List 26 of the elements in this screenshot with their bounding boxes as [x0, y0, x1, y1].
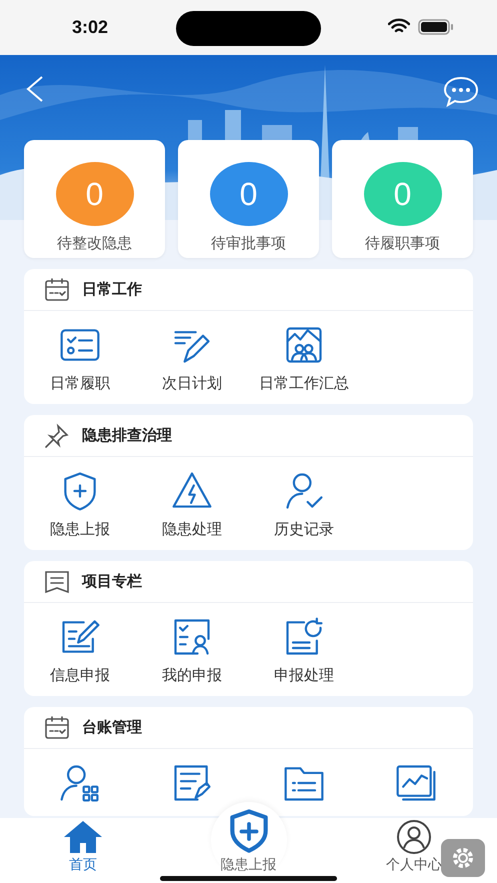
shortcut-label[interactable]: 日常履职	[50, 373, 110, 393]
shortcut-label[interactable]: 隐患处理	[162, 519, 222, 539]
tab-label[interactable]: 隐患上报	[220, 856, 276, 874]
stat-card[interactable]: 0 待整改隐患	[24, 140, 165, 258]
section-title: 日常工作	[82, 280, 142, 299]
shortcut-label[interactable]: 隐患上报	[50, 519, 110, 539]
nav-tab[interactable]: 首页	[0, 818, 166, 883]
stat-card[interactable]: 0 待审批事项	[178, 140, 319, 258]
status-time: 3:02	[72, 17, 108, 38]
count-badge: 0	[364, 162, 442, 226]
stat-label: 待履职事项	[365, 234, 440, 253]
shortcut-label[interactable]: 信息申报	[50, 665, 110, 685]
count-badge: 0	[210, 162, 288, 226]
section-title: 台账管理	[82, 718, 142, 737]
shortcut-label[interactable]: 我的申报	[162, 665, 222, 685]
count-badge: 0	[56, 162, 134, 226]
shortcut-label[interactable]: 历史记录	[274, 519, 334, 539]
shortcut-label[interactable]: 次日计划	[162, 373, 222, 393]
stat-label: 待整改隐患	[57, 234, 132, 253]
nav-tab[interactable]: 个人中心	[331, 818, 497, 883]
shortcut-label[interactable]: 申报处理	[274, 665, 334, 685]
stat-card[interactable]: 0 待履职事项	[332, 140, 473, 258]
shortcut-label[interactable]: 日常工作汇总	[259, 373, 349, 393]
section-title: 项目专栏	[82, 572, 142, 591]
section-title: 隐患排查治理	[82, 426, 172, 445]
stat-label: 待审批事项	[211, 234, 286, 253]
